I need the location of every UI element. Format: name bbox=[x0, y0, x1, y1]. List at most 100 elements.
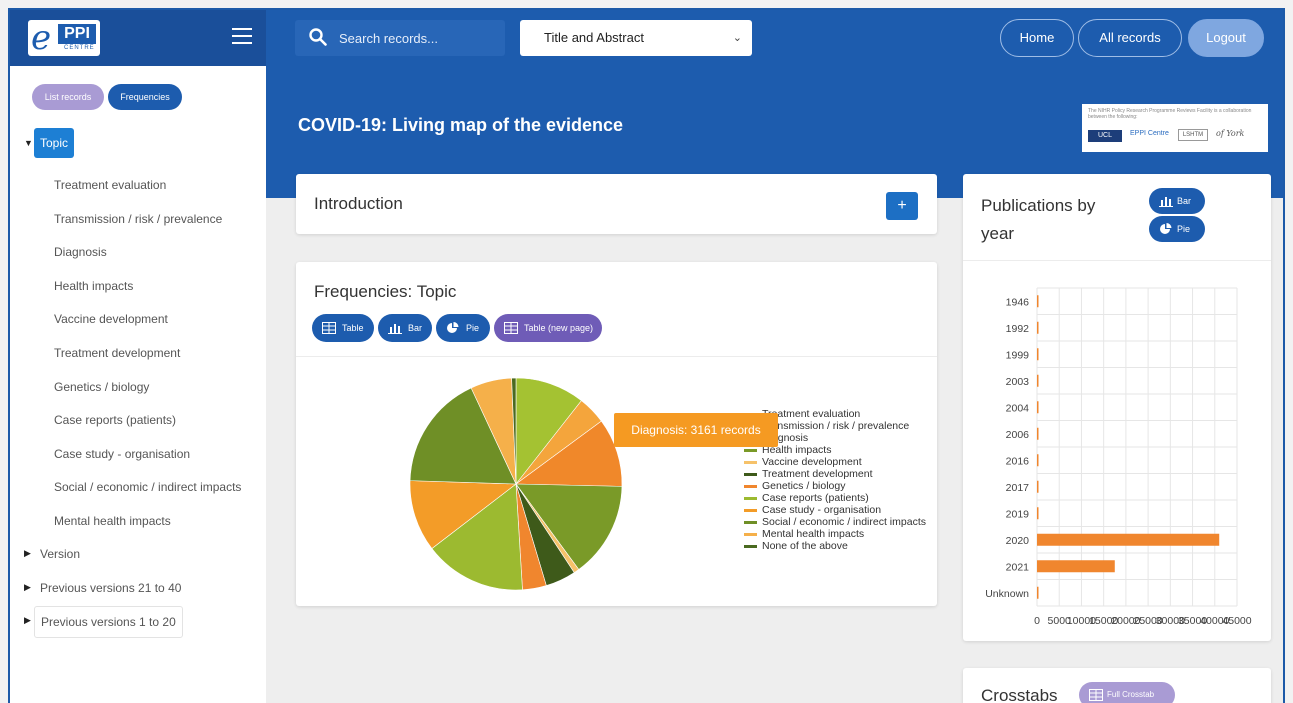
hamburger-menu-icon[interactable] bbox=[232, 28, 252, 46]
sidebar: List records Frequencies ▼ Topic Treatme… bbox=[10, 66, 266, 703]
bar-2004[interactable] bbox=[1037, 401, 1039, 414]
bar-1992[interactable] bbox=[1037, 321, 1039, 334]
bar-2006[interactable] bbox=[1037, 427, 1039, 440]
legend-item[interactable]: Social / economic / indirect impacts bbox=[744, 516, 926, 528]
table-icon bbox=[1089, 689, 1103, 701]
y-tick-label: 2019 bbox=[1006, 508, 1030, 520]
legend-item[interactable]: Mental health impacts bbox=[744, 528, 926, 540]
legend-label: Vaccine development bbox=[762, 456, 862, 468]
topic-health-impacts[interactable]: Health impacts bbox=[54, 279, 133, 293]
crosstabs-card: Crosstabs Full Crosstab bbox=[963, 668, 1271, 703]
partner-logos: The NIHR Policy Research Programme Revie… bbox=[1082, 104, 1268, 152]
table-label: Table bbox=[342, 323, 364, 333]
bar-2020[interactable] bbox=[1037, 533, 1220, 546]
y-tick-label: 2021 bbox=[1006, 561, 1030, 573]
topic-treatment-evaluation[interactable]: Treatment evaluation bbox=[54, 178, 166, 192]
list-records-button[interactable]: List records bbox=[32, 84, 104, 110]
search-box bbox=[295, 20, 505, 56]
eppi-centre-logo: EPPI Centre bbox=[1130, 130, 1169, 137]
table-new-page-button[interactable]: Table (new page) bbox=[494, 314, 602, 342]
topic-case-reports[interactable]: Case reports (patients) bbox=[54, 413, 176, 427]
pie-chart-icon bbox=[447, 322, 459, 333]
divider bbox=[963, 260, 1271, 261]
legend-swatch bbox=[744, 545, 757, 548]
legend-label: None of the above bbox=[762, 540, 848, 552]
bar-unknown[interactable] bbox=[1037, 586, 1039, 599]
full-crosstab-button[interactable]: Full Crosstab bbox=[1079, 682, 1175, 703]
table-view-button[interactable]: Table bbox=[312, 314, 374, 342]
legend-item[interactable]: Case reports (patients) bbox=[744, 492, 926, 504]
pie-label: Pie bbox=[466, 323, 480, 333]
topic-treatment-development[interactable]: Treatment development bbox=[54, 346, 180, 360]
search-field-select[interactable]: Title and Abstract ⌄ bbox=[520, 20, 752, 56]
legend-swatch bbox=[744, 473, 757, 476]
search-icon[interactable] bbox=[309, 28, 327, 46]
legend-swatch bbox=[744, 533, 757, 536]
chevron-down-icon: ⌄ bbox=[732, 32, 742, 44]
caret-right-icon[interactable]: ▶ bbox=[24, 548, 31, 559]
y-tick-label: 2016 bbox=[1006, 455, 1030, 467]
bar-1946[interactable] bbox=[1037, 295, 1039, 308]
all-records-button[interactable]: All records bbox=[1078, 19, 1182, 57]
x-tick-label: 45000 bbox=[1222, 615, 1251, 627]
topic-mental-health[interactable]: Mental health impacts bbox=[54, 514, 171, 528]
bar-2019[interactable] bbox=[1037, 507, 1039, 520]
sidebar-item-version[interactable]: Version bbox=[40, 547, 80, 561]
sidebar-item-topic[interactable]: Topic bbox=[34, 128, 74, 158]
bar-2016[interactable] bbox=[1037, 454, 1039, 467]
expand-introduction-button[interactable]: + bbox=[886, 192, 918, 220]
sidebar-item-previous-21-40[interactable]: Previous versions 21 to 40 bbox=[40, 581, 181, 595]
home-button[interactable]: Home bbox=[1000, 19, 1074, 57]
caret-right-icon[interactable]: ▶ bbox=[24, 615, 31, 626]
bar-2017[interactable] bbox=[1037, 480, 1039, 493]
bar-2021[interactable] bbox=[1037, 560, 1115, 573]
y-tick-label: 1999 bbox=[1006, 349, 1030, 361]
legend-swatch bbox=[744, 485, 757, 488]
legend-item[interactable]: Vaccine development bbox=[744, 456, 926, 468]
legend-item[interactable]: None of the above bbox=[744, 540, 926, 552]
introduction-card: Introduction + bbox=[296, 174, 937, 234]
legend-label: Social / economic / indirect impacts bbox=[762, 516, 926, 528]
publications-title: Publications by year bbox=[981, 196, 1096, 243]
legend-swatch bbox=[744, 497, 757, 500]
caret-down-icon[interactable]: ▼ bbox=[24, 138, 33, 148]
logout-button[interactable]: Logout bbox=[1188, 19, 1264, 57]
topic-vaccine-development[interactable]: Vaccine development bbox=[54, 312, 168, 326]
topic-social-economic[interactable]: Social / economic / indirect impacts bbox=[54, 480, 241, 494]
publications-by-year-card: Publications by year Bar Pie 1946 1992 199… bbox=[963, 174, 1271, 641]
search-input[interactable] bbox=[339, 20, 499, 56]
legend-item[interactable]: Case study - organisation bbox=[744, 504, 926, 516]
logo-centre: CENTRE bbox=[64, 45, 95, 51]
bar-label: Bar bbox=[408, 323, 423, 333]
legend-swatch bbox=[744, 461, 757, 464]
pub-bar-button[interactable]: Bar bbox=[1149, 188, 1205, 214]
topic-diagnosis[interactable]: Diagnosis bbox=[54, 245, 107, 259]
bar-2003[interactable] bbox=[1037, 374, 1039, 387]
frequencies-button[interactable]: Frequencies bbox=[108, 84, 182, 110]
caret-right-icon[interactable]: ▶ bbox=[24, 582, 31, 593]
legend-label: Treatment development bbox=[762, 468, 873, 480]
bar-1999[interactable] bbox=[1037, 348, 1039, 361]
topic-case-study-organisation[interactable]: Case study - organisation bbox=[54, 447, 190, 461]
eppi-logo[interactable]: e PPI CENTRE bbox=[28, 18, 100, 58]
topic-genetics-biology[interactable]: Genetics / biology bbox=[54, 380, 149, 394]
legend-label: Case reports (patients) bbox=[762, 492, 869, 504]
y-tick-label: 2004 bbox=[1006, 402, 1030, 414]
legend-item[interactable]: Treatment development bbox=[744, 468, 926, 480]
pie-view-button[interactable]: Pie bbox=[436, 314, 490, 342]
brand-area: e PPI CENTRE bbox=[10, 10, 266, 66]
introduction-title: Introduction bbox=[314, 194, 403, 213]
page-title: COVID-19: Living map of the evidence bbox=[298, 115, 624, 135]
pub-bar-label: Bar bbox=[1177, 196, 1192, 206]
topic-transmission[interactable]: Transmission / risk / prevalence bbox=[54, 212, 222, 226]
pub-pie-button[interactable]: Pie bbox=[1149, 216, 1205, 242]
sidebar-item-previous-1-20[interactable]: Previous versions 1 to 20 bbox=[34, 606, 183, 638]
top-bar: e PPI CENTRE Title and Abstract ⌄ Home A… bbox=[10, 10, 1283, 66]
legend-item[interactable]: Genetics / biology bbox=[744, 480, 926, 492]
frequencies-card: Frequencies: Topic Table Bar Pie Table (… bbox=[296, 262, 937, 606]
bar-view-button[interactable]: Bar bbox=[378, 314, 432, 342]
logo-e: e bbox=[31, 18, 52, 58]
divider bbox=[296, 356, 937, 357]
legend-label: Mental health impacts bbox=[762, 528, 865, 540]
y-tick-label: 1992 bbox=[1006, 323, 1030, 335]
